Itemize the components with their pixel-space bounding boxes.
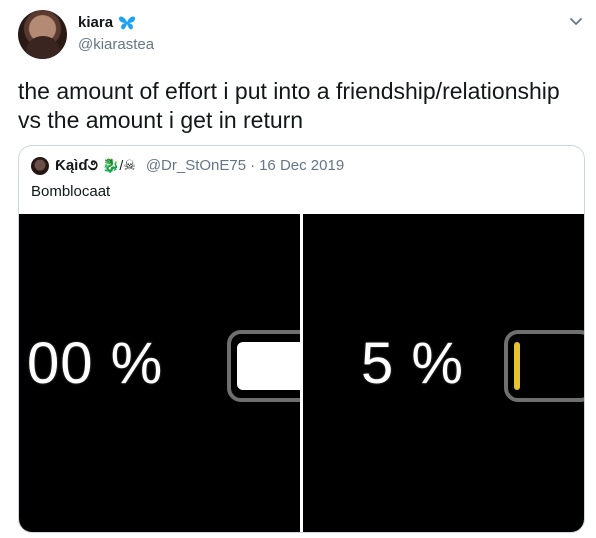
quoted-handle[interactable]: @Dr_StOnE75 [146,157,246,174]
quoted-display-name[interactable]: Ƙąìɗ૭ [55,157,98,174]
media-image-left[interactable]: 00 % [19,214,300,532]
butterfly-icon [119,15,136,29]
tweet: kiara @kiarastea the amount of effort i … [0,0,596,538]
author-avatar[interactable] [18,10,67,59]
quoted-date[interactable]: 16 Dec 2019 [259,157,344,174]
quoted-separator: · [250,157,256,174]
tweet-text: the amount of effort i put into a friend… [18,78,560,133]
battery-fill-right [514,342,520,390]
author-handle[interactable]: @kiarastea [78,36,154,53]
more-options-button[interactable] [568,13,584,29]
media-image-right[interactable]: 5 % [303,214,584,532]
quoted-author-avatar[interactable] [31,157,49,175]
author-name-row[interactable]: kiara [78,14,136,31]
quoted-tweet[interactable]: Ƙąìɗ૭ 🐉/☠ @Dr_StOnE75 · 16 Dec 2019 Bomb… [18,145,585,533]
quoted-media[interactable]: 00 % 5 % [19,214,584,532]
quoted-author-row: Ƙąìɗ૭ 🐉/☠ @Dr_StOnE75 · 16 Dec 2019 [55,157,344,174]
battery-fill-left [237,342,300,390]
battery-percent-right: 5 % [361,331,464,396]
battery-percent-left: 00 % [27,331,164,396]
battery-icon-left [227,330,300,402]
chevron-down-icon [570,18,582,25]
author-display-name[interactable]: kiara [78,14,113,31]
quoted-text: Bomblocaat [31,183,111,200]
battery-icon-right [504,330,584,402]
quoted-name-emoji: 🐉/☠ [101,157,136,173]
